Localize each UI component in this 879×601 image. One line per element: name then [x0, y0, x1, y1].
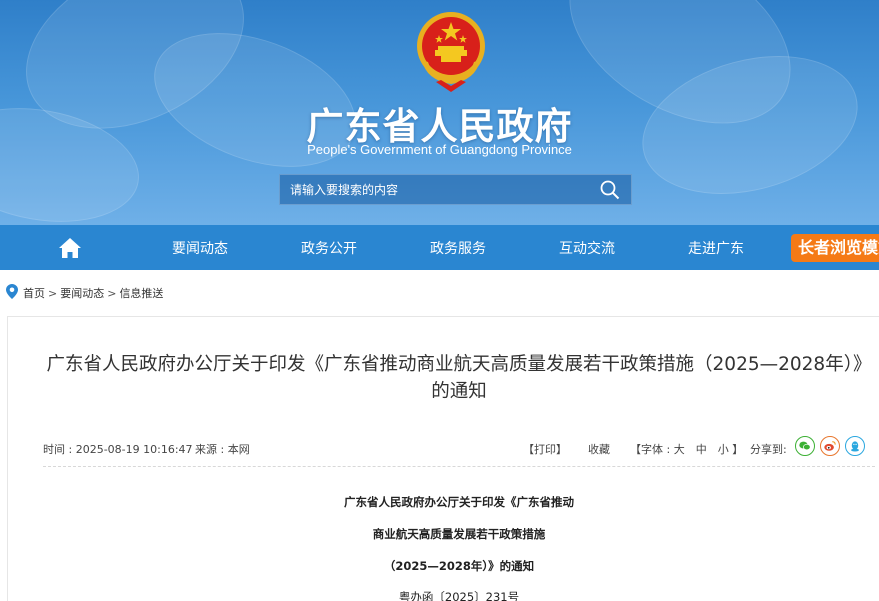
breadcrumb-home[interactable]: 首页 [23, 287, 45, 300]
document-heading-line-2: 商业航天高质量发展若干政策措施 [372, 527, 546, 541]
qq-icon[interactable] [845, 436, 865, 456]
site-header: 广东省人民政府 People's Government of Guangdong… [0, 0, 879, 225]
share-label: 分享到: [750, 443, 787, 456]
elder-mode-button[interactable]: 长者浏览模式 [791, 234, 879, 262]
document-heading-line-1: 广东省人民政府办公厅关于印发《广东省推动 [344, 495, 574, 509]
print-button[interactable]: 【打印】 [523, 441, 567, 457]
main-nav: 要闻动态 政务公开 政务服务 互动交流 走进广东 [0, 225, 879, 270]
nav-item-services[interactable]: 政务服务 [430, 238, 486, 258]
home-icon[interactable] [58, 237, 82, 259]
nav-item-interaction[interactable]: 互动交流 [559, 238, 615, 258]
breadcrumb-separator: > [48, 287, 58, 300]
search-box [279, 174, 632, 205]
breadcrumb-news[interactable]: 要闻动态 [60, 287, 104, 300]
site-subtitle: People's Government of Guangdong Provinc… [307, 142, 572, 157]
nav-item-about-guangdong[interactable]: 走进广东 [688, 238, 744, 258]
article-source: 来源 : 本网 [195, 443, 250, 456]
article-title: 广东省人民政府办公厅关于印发《广东省推动商业航天高质量发展若干政策措施（2025… [46, 354, 872, 402]
location-pin-icon [6, 284, 18, 299]
breadcrumb-separator: > [107, 287, 117, 300]
font-size-control[interactable]: 【字体 : 大 中 小 】 [630, 441, 743, 457]
nav-item-gov-affairs[interactable]: 政务公开 [301, 238, 357, 258]
meta-divider [43, 466, 875, 467]
favorite-button[interactable]: 收藏 [588, 441, 610, 457]
document-heading-line-3: （2025—2028年）》的通知 [383, 559, 535, 573]
document-number: 粤办函〔2025〕231号 [398, 590, 520, 601]
publish-time: 时间 : 2025-08-19 10:16:47 [43, 443, 193, 456]
wechat-icon[interactable] [795, 436, 815, 456]
search-input[interactable] [280, 175, 590, 204]
article-panel: 广东省人民政府办公厅关于印发《广东省推动商业航天高质量发展若干政策措施 （2025… [7, 316, 879, 601]
nav-item-news[interactable]: 要闻动态 [172, 238, 228, 258]
search-icon[interactable] [599, 179, 621, 201]
weibo-icon[interactable] [820, 436, 840, 456]
national-emblem-icon [417, 12, 485, 92]
breadcrumb-info-push[interactable]: 信息推送 [119, 287, 163, 300]
